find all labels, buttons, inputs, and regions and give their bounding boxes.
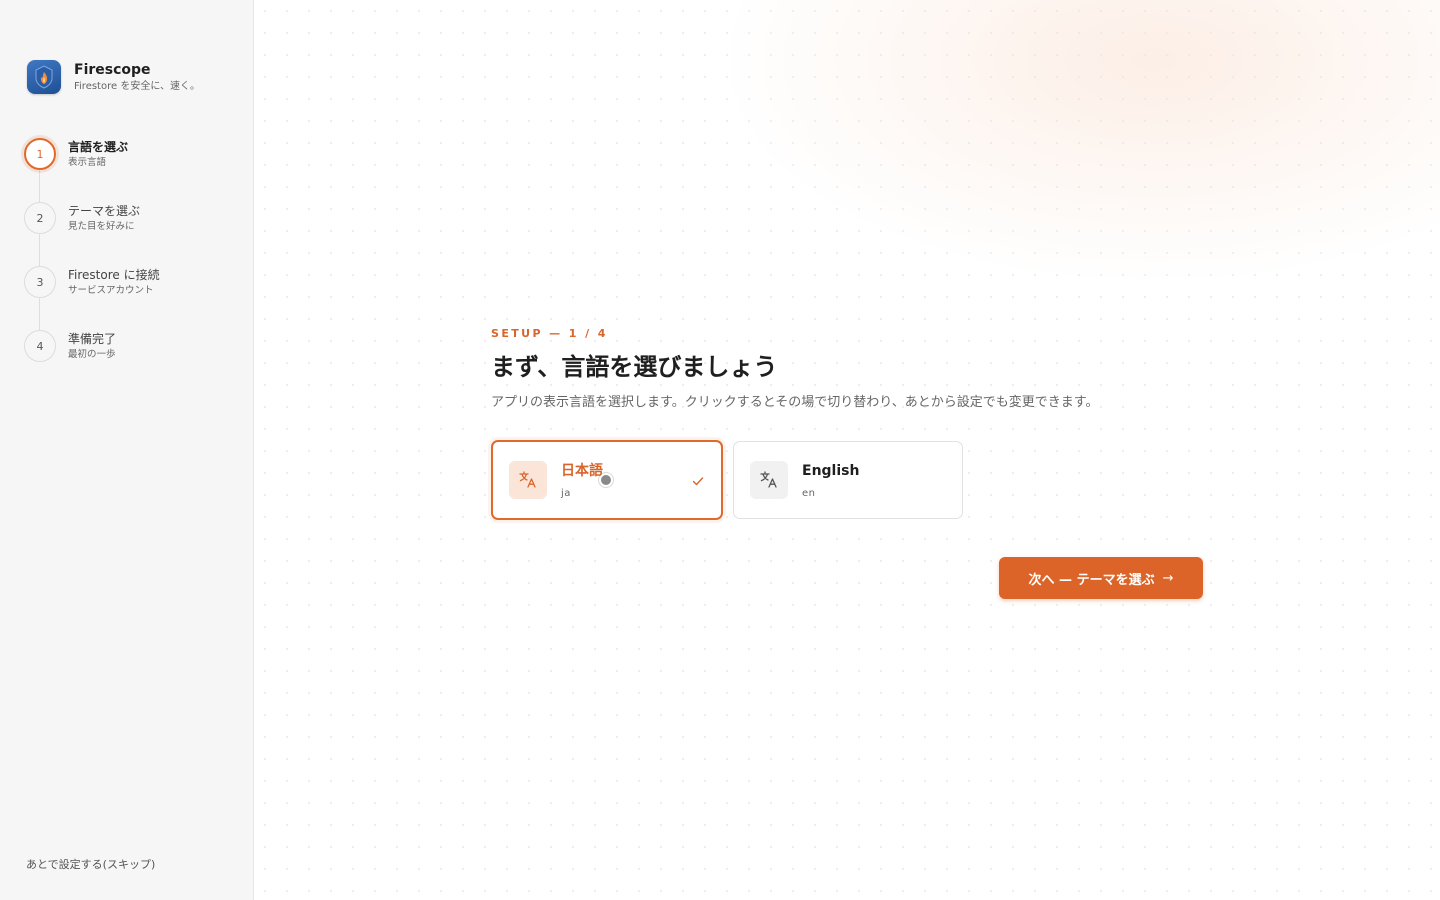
page-description: アプリの表示言語を選択します。クリックするとその場で切り替わり、あとから設定でも… bbox=[491, 395, 1099, 410]
step-theme[interactable]: 2 テーマを選ぶ 見た目を好みに bbox=[24, 202, 244, 266]
step-number: 4 bbox=[24, 330, 56, 362]
step-connector bbox=[39, 234, 40, 266]
app-tagline: Firestore を安全に、速く。 bbox=[74, 80, 201, 92]
translate-icon bbox=[509, 461, 547, 499]
language-step-content: SETUP — 1 / 4 まず、言語を選びましょう アプリの表示言語を選択しま… bbox=[491, 326, 1211, 520]
step-connector bbox=[39, 170, 40, 202]
sidebar: Firescope Firestore を安全に、速く。 1 言語を選ぶ 表示言… bbox=[0, 0, 254, 900]
step-subtitle: 見た目を好みに bbox=[68, 221, 135, 232]
step-number: 2 bbox=[24, 202, 56, 234]
page-title: まず、言語を選びましょう bbox=[491, 353, 778, 381]
step-subtitle: サービスアカウント bbox=[68, 285, 154, 296]
next-button-label: 次へ — テーマを選ぶ bbox=[1028, 572, 1155, 588]
step-title: Firestore に接続 bbox=[68, 268, 160, 282]
step-ready[interactable]: 4 準備完了 最初の一歩 bbox=[24, 330, 244, 394]
step-firestore[interactable]: 3 Firestore に接続 サービスアカウント bbox=[24, 266, 244, 330]
step-number: 3 bbox=[24, 266, 56, 298]
setup-steps: 1 言語を選ぶ 表示言語 2 テーマを選ぶ 見た目を好みに 3 Firestor… bbox=[24, 138, 244, 394]
step-number: 1 bbox=[24, 138, 56, 170]
translate-icon bbox=[750, 461, 788, 499]
setup-window: Firescope Firestore を安全に、速く。 1 言語を選ぶ 表示言… bbox=[0, 0, 1440, 900]
app-logo-icon bbox=[27, 60, 61, 94]
skip-link[interactable]: あとで設定する(スキップ) bbox=[26, 856, 155, 872]
app-name: Firescope bbox=[74, 61, 151, 78]
step-title: 準備完了 bbox=[68, 332, 117, 346]
language-label: English bbox=[802, 462, 860, 479]
language-option-ja[interactable]: 日本語 ja bbox=[491, 440, 723, 520]
step-title: テーマを選ぶ bbox=[68, 204, 141, 218]
next-button[interactable]: 次へ — テーマを選ぶ → bbox=[999, 557, 1203, 599]
language-options: 日本語 ja English en bbox=[491, 440, 1211, 520]
arrow-right-icon: → bbox=[1162, 570, 1174, 586]
language-code: en bbox=[802, 487, 816, 499]
step-connector bbox=[39, 298, 40, 330]
step-subtitle: 最初の一歩 bbox=[68, 349, 116, 360]
mouse-cursor-icon bbox=[599, 473, 613, 487]
check-icon bbox=[691, 473, 705, 492]
brand: Firescope Firestore を安全に、速く。 bbox=[27, 60, 200, 94]
step-eyebrow: SETUP — 1 / 4 bbox=[491, 327, 608, 340]
language-option-en[interactable]: English en bbox=[733, 441, 963, 519]
language-code: ja bbox=[561, 487, 571, 499]
step-language[interactable]: 1 言語を選ぶ 表示言語 bbox=[24, 138, 244, 202]
step-title: 言語を選ぶ bbox=[68, 140, 129, 154]
language-label: 日本語 bbox=[561, 462, 603, 479]
main-panel: SETUP — 1 / 4 まず、言語を選びましょう アプリの表示言語を選択しま… bbox=[254, 0, 1440, 900]
step-subtitle: 表示言語 bbox=[68, 157, 107, 168]
